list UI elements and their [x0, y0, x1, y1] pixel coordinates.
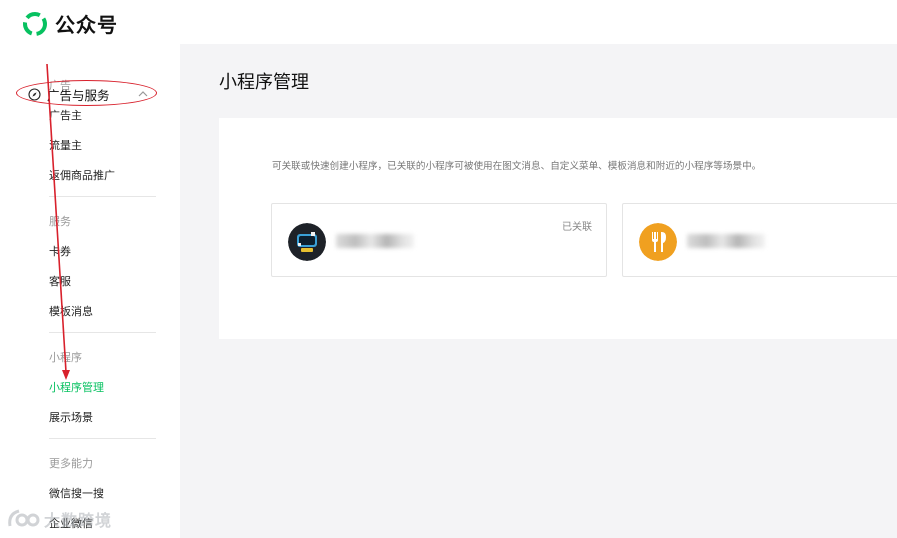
miniprogram-panel: 可关联或快速创建小程序，已关联的小程序可被使用在图文消息、自定义菜单、模板消息和…: [219, 118, 897, 339]
miniprogram-card[interactable]: [622, 203, 897, 277]
nav-item-wechat-search[interactable]: 微信搜一搜: [49, 485, 104, 501]
compass-icon: [28, 87, 41, 101]
watermark-text: 大数跨境: [44, 511, 113, 530]
top-bar: 公众号: [0, 0, 897, 44]
nav-divider: [49, 438, 156, 439]
miniprogram-avatar: [639, 223, 677, 261]
fork-knife-icon: [639, 223, 677, 261]
chevron-up-icon[interactable]: [137, 88, 149, 100]
nav-item-template-messages[interactable]: 模板消息: [49, 303, 93, 319]
app-title: 公众号: [55, 13, 118, 37]
brand[interactable]: 公众号: [22, 9, 118, 38]
watermark-logo-icon: [8, 509, 40, 527]
watermark: 大数跨境: [6, 506, 112, 532]
miniprogram-card[interactable]: 已关联: [271, 203, 607, 277]
section-title-services: 服务: [49, 215, 71, 228]
nav-divider: [49, 332, 156, 333]
blurred-miniprogram-name: [336, 234, 414, 248]
linked-status: 已关联: [562, 222, 592, 233]
miniprogram-avatar: [288, 223, 326, 261]
nav-item-miniprogram-management[interactable]: 小程序管理: [49, 379, 104, 395]
nav-divider: [49, 196, 156, 197]
blurred-miniprogram-name: [687, 234, 765, 248]
nav-item-coupons[interactable]: 卡券: [49, 243, 71, 259]
nav-item-commission-promotion[interactable]: 返佣商品推广: [49, 167, 115, 183]
sidebar: 广告与服务 广告 广告主 流量主 返佣商品推广 服务 卡券 客服 模板消息 小程…: [0, 44, 180, 538]
section-title-more: 更多能力: [49, 457, 93, 470]
panel-description: 可关联或快速创建小程序，已关联的小程序可被使用在图文消息、自定义菜单、模板消息和…: [272, 161, 762, 172]
wechat-official-logo-icon: [23, 11, 47, 36]
nav-item-advertiser[interactable]: 广告主: [49, 107, 82, 123]
page-title: 小程序管理: [219, 72, 309, 93]
section-title-miniprogram: 小程序: [49, 351, 82, 364]
page: 公众号 广告与服务 广告 广告主 流量主 返佣商品推广 服务 卡券 客服 模板消…: [0, 0, 897, 538]
section-title-ads: 广告: [49, 79, 71, 92]
game-controller-icon: [288, 223, 326, 261]
nav-item-publisher[interactable]: 流量主: [49, 137, 82, 153]
nav-item-display-scenes[interactable]: 展示场景: [49, 409, 93, 425]
nav-item-customer-service[interactable]: 客服: [49, 273, 71, 289]
